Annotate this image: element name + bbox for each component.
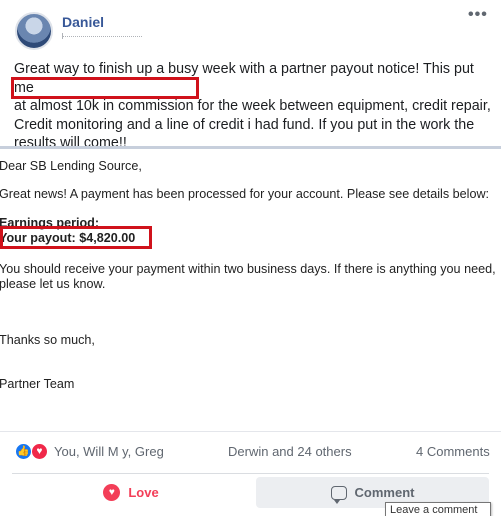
love-button-label: Love [128, 485, 159, 500]
author-avatar[interactable] [15, 12, 53, 50]
letter-line: You should receive your payment within t… [0, 262, 496, 276]
payout-highlight-box [0, 226, 152, 249]
actions-divider [12, 473, 489, 474]
post-text-line: at almost 10k in commission for the week… [14, 98, 491, 114]
post-text-line: Credit monitoring and a line of credit i… [14, 116, 475, 133]
author-name[interactable]: Daniel [62, 14, 104, 30]
post-body: Great way to finish up a busy week with … [14, 60, 494, 153]
commission-highlight-box [11, 77, 199, 99]
reactors-list-more[interactable]: Derwin and 24 others [228, 444, 352, 459]
payout-notice-image[interactable]: Dear SB Lending Source, Great news! A pa… [0, 149, 501, 429]
image-bottom-divider [0, 431, 501, 432]
letter-line: Great news! A payment has been processed… [0, 187, 490, 201]
letter-signature: Partner Team [0, 377, 75, 391]
reactors-list[interactable]: You, Will M y, Greg [54, 444, 164, 459]
letter-closing: Thanks so much, [0, 333, 95, 347]
post-meta-redacted [62, 36, 142, 37]
comment-tooltip: Leave a comment [385, 502, 491, 516]
more-options-icon[interactable]: ••• [468, 6, 488, 24]
like-reaction-icon[interactable]: 👍 [15, 443, 32, 460]
love-button[interactable]: ♥ Love [12, 477, 250, 508]
comment-icon [330, 485, 347, 504]
comments-count[interactable]: 4 Comments [416, 444, 490, 459]
love-reaction-icon[interactable]: ♥ [31, 443, 48, 460]
letter-line: please let us know. [0, 277, 106, 291]
love-icon: ♥ [103, 484, 121, 501]
facebook-post: Daniel ••• Great way to finish up a busy… [0, 0, 501, 516]
letter-greeting: Dear SB Lending Source, [0, 159, 142, 173]
comment-button-label: Comment [354, 485, 415, 500]
